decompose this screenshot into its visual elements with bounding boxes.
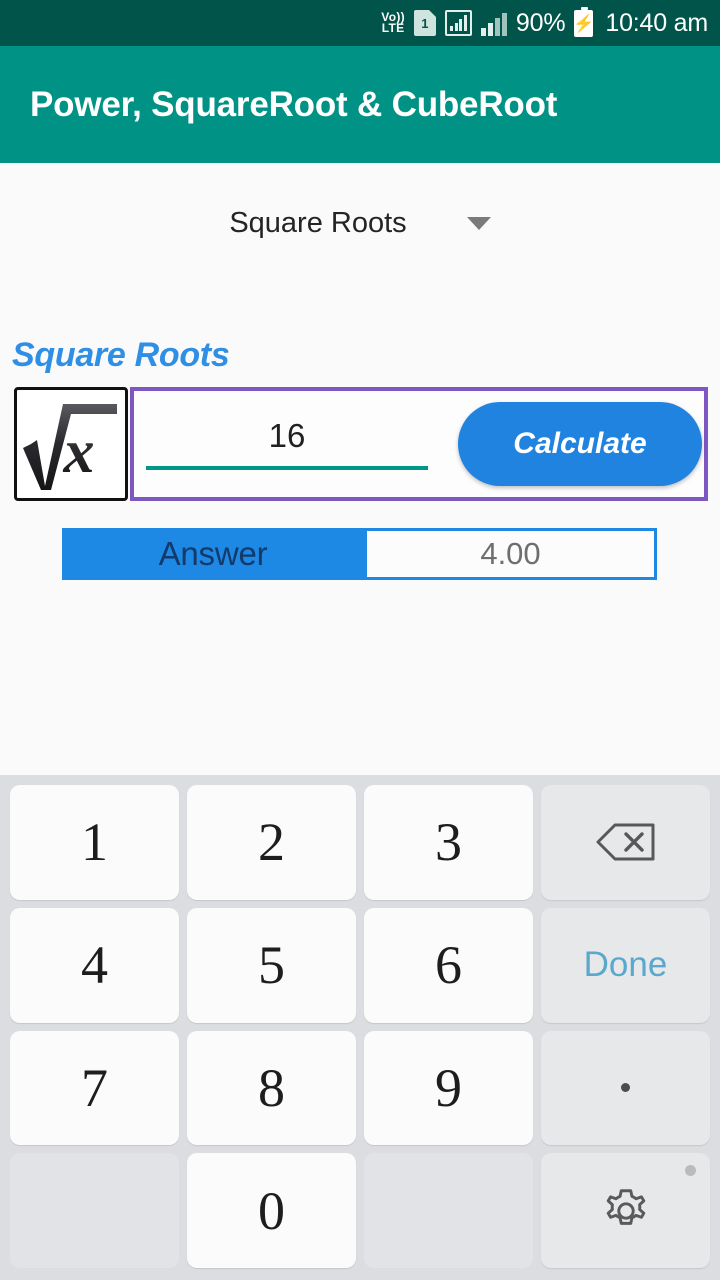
input-underline — [146, 465, 428, 470]
key-4[interactable]: 4 — [10, 907, 179, 1023]
key-0-label: 0 — [258, 1180, 285, 1241]
key-done[interactable]: Done — [541, 907, 710, 1023]
key-1[interactable]: 1 — [10, 785, 179, 900]
calculate-button[interactable]: Calculate — [458, 402, 702, 486]
mode-spinner-value: Square Roots — [229, 206, 407, 239]
chevron-down-icon — [466, 216, 491, 230]
answer-row: Answer 4.00 — [62, 528, 657, 580]
phone-screen: Vo)) LTE 1 90% ⚡ 10:40 am Power, SquareR… — [0, 0, 720, 1280]
key-8[interactable]: 8 — [187, 1030, 356, 1146]
status-bar: Vo)) LTE 1 90% ⚡ 10:40 am — [0, 0, 720, 46]
clock-label: 10:40 am — [605, 8, 708, 37]
key-2-label: 2 — [258, 812, 285, 873]
key-decimal[interactable] — [541, 1030, 710, 1146]
key-9[interactable]: 9 — [364, 1030, 533, 1146]
battery-charging-icon: ⚡ — [573, 6, 594, 37]
signal-strength-boxed-icon — [444, 10, 472, 36]
key-7[interactable]: 7 — [10, 1030, 179, 1146]
answer-value: 4.00 — [364, 528, 657, 580]
key-6[interactable]: 6 — [364, 907, 533, 1023]
input-container: 16 Calculate — [130, 387, 708, 501]
key-1-label: 1 — [81, 812, 108, 873]
key-done-label: Done — [583, 945, 668, 985]
key-settings[interactable] — [541, 1153, 710, 1268]
key-5[interactable]: 5 — [187, 907, 356, 1023]
key-4-label: 4 — [81, 935, 108, 996]
key-7-label: 7 — [81, 1057, 108, 1118]
key-3[interactable]: 3 — [364, 785, 533, 900]
key-blank-right[interactable] — [364, 1153, 533, 1268]
key-3-label: 3 — [435, 812, 462, 873]
volte-bottom-label: LTE — [381, 21, 405, 35]
settings-badge-dot-icon — [685, 1165, 696, 1177]
answer-label: Answer — [62, 528, 364, 580]
sim-card-icon: 1 — [413, 10, 436, 36]
square-root-x-icon: x — [14, 387, 128, 501]
battery-percent-label: 90% — [515, 8, 566, 37]
key-6-label: 6 — [435, 935, 462, 996]
key-8-label: 8 — [258, 1057, 285, 1118]
key-0[interactable]: 0 — [187, 1153, 356, 1268]
gear-icon — [606, 1188, 645, 1225]
section-title: Square Roots — [12, 336, 230, 374]
sim-number-label: 1 — [421, 15, 429, 31]
numeric-keyboard: 1 2 3 4 5 6 Done 7 8 9 0 — [0, 775, 720, 1280]
backspace-icon — [596, 823, 654, 861]
key-9-label: 9 — [435, 1057, 462, 1118]
app-bar: Power, SquareRoot & CubeRoot — [0, 46, 720, 163]
number-input-value: 16 — [268, 416, 306, 454]
key-blank-left[interactable] — [10, 1153, 179, 1268]
decimal-dot-icon — [621, 1083, 630, 1093]
signal-strength-icon — [480, 10, 507, 36]
calculator-row: x 16 Calculate — [14, 387, 708, 501]
key-2[interactable]: 2 — [187, 785, 356, 900]
key-backspace[interactable] — [541, 785, 710, 900]
page-title: Power, SquareRoot & CubeRoot — [30, 84, 558, 124]
number-input[interactable]: 16 — [142, 419, 432, 470]
svg-text:x: x — [63, 418, 95, 486]
volte-icon: Vo)) LTE — [381, 11, 405, 35]
key-5-label: 5 — [258, 935, 285, 996]
mode-spinner[interactable]: Square Roots — [0, 163, 720, 283]
